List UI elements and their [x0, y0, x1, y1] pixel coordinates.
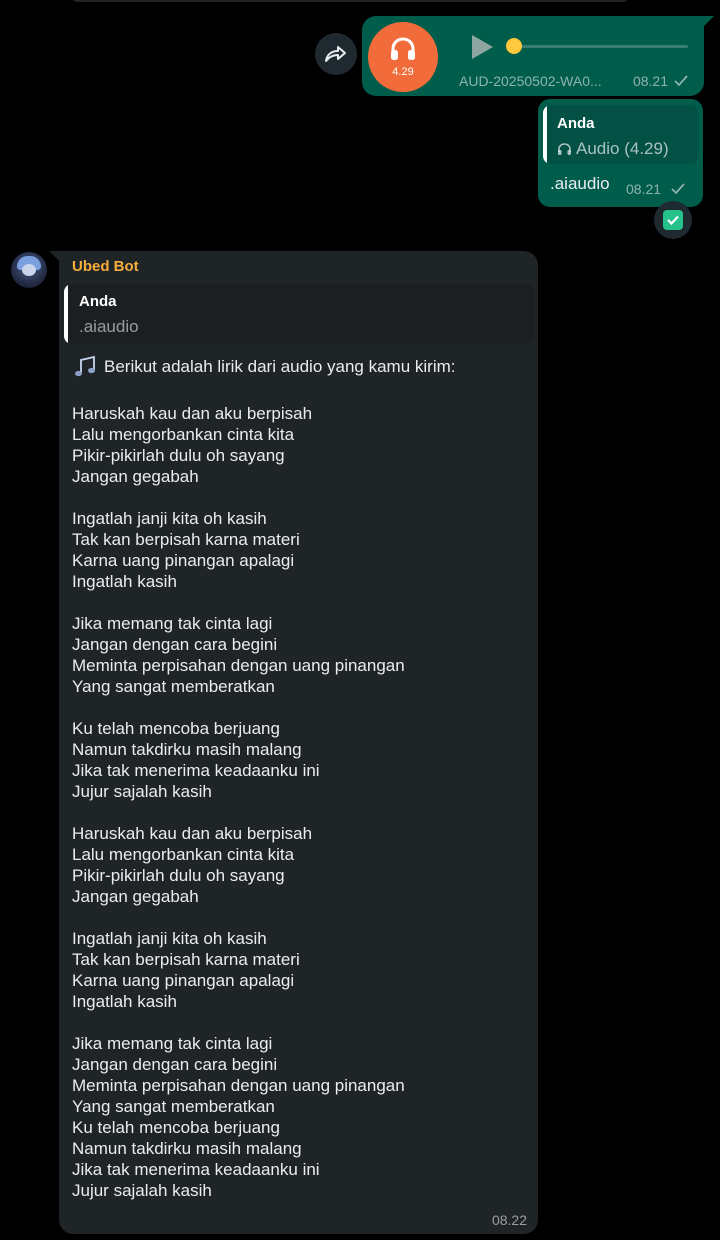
- bot-message-bubble[interactable]: Ubed Bot Anda .aiaudio Berikut adalah li…: [49, 251, 538, 1234]
- lyric-line: Meminta perpisahan dengan uang pinangan: [72, 656, 405, 675]
- headphones-icon: [391, 37, 415, 60]
- bubble-tail: [49, 251, 63, 265]
- reaction-badge[interactable]: [654, 201, 692, 239]
- lyric-line: Karna uang pinangan apalagi: [72, 971, 295, 990]
- lyric-line: Jangan dengan cara begini: [72, 1055, 278, 1074]
- quoted-audio-text: Audio (4.29): [576, 139, 669, 158]
- lyric-line: Haruskah kau dan aku berpisah: [72, 404, 313, 423]
- lyric-line: Meminta perpisahan dengan uang pinangan: [72, 1076, 405, 1095]
- lyric-line: Jika memang tak cinta lagi: [72, 1034, 273, 1053]
- lyric-line: Jangan gegabah: [72, 467, 199, 486]
- lyric-line: Ingatlah kasih: [72, 992, 177, 1011]
- quoted-message[interactable]: Anda .aiaudio: [64, 284, 534, 344]
- forward-button[interactable]: [315, 33, 357, 75]
- lyric-line: Ku telah mencoba berjuang: [72, 719, 280, 738]
- lyric-line: Yang sangat memberatkan: [72, 677, 275, 696]
- lyric-stanza: Haruskah kau dan aku berpisah Lalu mengor…: [72, 403, 522, 487]
- avatar[interactable]: [11, 252, 47, 288]
- quote-bar: [543, 105, 547, 164]
- lyric-line: Tak kan berpisah karna materi: [72, 530, 300, 549]
- audio-seek-handle[interactable]: [506, 38, 522, 54]
- lyric-stanza: Jika memang tak cinta lagi Jangan dengan …: [72, 1033, 522, 1201]
- lyric-line: Jangan dengan cara begini: [72, 635, 278, 654]
- play-icon[interactable]: [466, 32, 496, 62]
- bubble-tail: [700, 16, 714, 30]
- audio-filename: AUD-20250502-WA0...: [459, 73, 602, 89]
- lyric-line: Jujur sajalah kasih: [72, 1181, 212, 1200]
- single-check-icon: [674, 75, 688, 87]
- message-time: 08.21: [626, 181, 662, 197]
- quoted-text: .aiaudio: [79, 317, 139, 336]
- quoted-sender: Anda: [79, 293, 117, 310]
- lyric-line: Ingatlah janji kita oh kasih: [72, 509, 267, 528]
- audio-seek-track[interactable]: [514, 45, 688, 48]
- message-time: 08.21: [632, 73, 668, 89]
- music-notes-icon: [75, 355, 95, 377]
- intro-text: Berikut adalah lirik dari audio yang kam…: [104, 357, 456, 376]
- check-box-emoji-icon: [663, 210, 683, 230]
- headphones-icon: [558, 143, 571, 155]
- lyric-line: Lalu mengorbankan cinta kita: [72, 425, 295, 444]
- single-check-icon: [671, 183, 685, 195]
- lyric-line: Haruskah kau dan aku berpisah: [72, 824, 313, 843]
- lyric-line: Yang sangat memberatkan: [72, 1097, 275, 1116]
- audio-message-bubble[interactable]: 4.29 AUD-20250502-WA0... 08.21: [362, 16, 714, 96]
- lyric-line: Jujur sajalah kasih: [72, 782, 212, 801]
- lyric-line: Tak kan berpisah karna materi: [72, 950, 300, 969]
- lyrics-intro: Berikut adalah lirik dari audio yang kam…: [72, 355, 456, 379]
- lyrics-body: Haruskah kau dan aku berpisah Lalu mengor…: [72, 403, 522, 1222]
- quoted-message[interactable]: Anda Audio (4.29): [543, 105, 698, 164]
- chat-screen: 4.29 AUD-20250502-WA0... 08.21 Anda Audi…: [0, 0, 720, 1240]
- audio-avatar: 4.29: [368, 22, 438, 92]
- audio-duration: 4.29: [392, 66, 414, 78]
- lyric-line: Pikir-pikirlah dulu oh sayang: [72, 446, 285, 465]
- forward-icon: [325, 46, 346, 62]
- lyric-line: Jika tak menerima keadaanku ini: [72, 1160, 320, 1179]
- lyric-line: Ingatlah kasih: [72, 572, 177, 591]
- lyric-stanza: Ingatlah janji kita oh kasih Tak kan berp…: [72, 508, 522, 592]
- message-time: 08.22: [491, 1212, 527, 1228]
- lyric-line: Ku telah mencoba berjuang: [72, 1118, 280, 1137]
- sender-name[interactable]: Ubed Bot: [72, 258, 139, 275]
- lyric-line: Jika memang tak cinta lagi: [72, 614, 273, 633]
- lyric-stanza: Ku telah mencoba berjuang Namun takdirku …: [72, 718, 522, 802]
- quote-bar: [64, 284, 68, 344]
- lyric-line: Namun takdirku masih malang: [72, 1139, 302, 1158]
- lyric-line: Ingatlah janji kita oh kasih: [72, 929, 267, 948]
- lyric-line: Lalu mengorbankan cinta kita: [72, 845, 295, 864]
- lyric-line: Jangan gegabah: [72, 887, 199, 906]
- lyric-line: Pikir-pikirlah dulu oh sayang: [72, 866, 285, 885]
- previous-message-edge: [70, 0, 630, 2]
- lyric-stanza: Haruskah kau dan aku berpisah Lalu mengor…: [72, 823, 522, 907]
- lyric-stanza: Ingatlah janji kita oh kasih Tak kan berp…: [72, 928, 522, 1012]
- lyric-stanza: Jika memang tak cinta lagi Jangan dengan …: [72, 613, 522, 697]
- reply-message-bubble[interactable]: Anda Audio (4.29) .aiaudio 08.21: [538, 99, 703, 207]
- lyric-line: Jika tak menerima keadaanku ini: [72, 761, 320, 780]
- lyric-line: Karna uang pinangan apalagi: [72, 551, 295, 570]
- lyric-line: Namun takdirku masih malang: [72, 740, 302, 759]
- quoted-sender: Anda: [557, 115, 595, 132]
- quoted-audio-label: Audio (4.29): [557, 139, 669, 159]
- message-text: .aiaudio: [550, 174, 610, 193]
